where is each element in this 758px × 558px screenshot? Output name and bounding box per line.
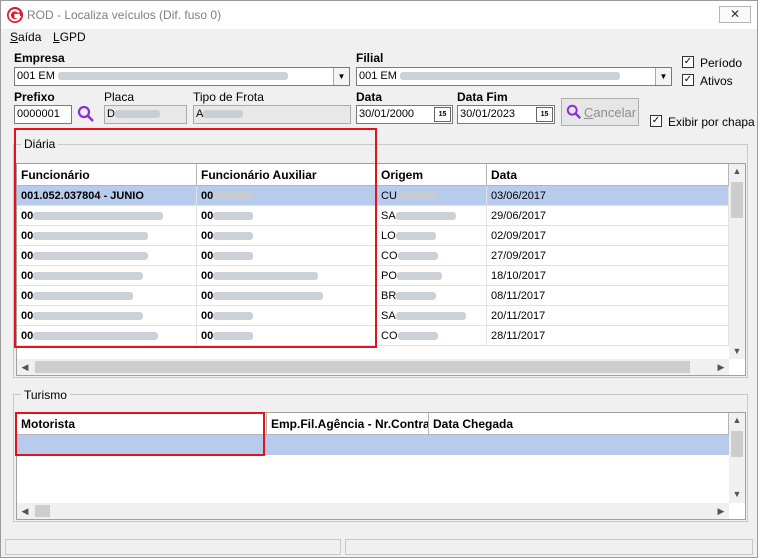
filial-select[interactable]: 001 EM ▼ bbox=[356, 67, 672, 86]
exibir-chapa-label: Exibir por chapa bbox=[668, 115, 755, 129]
col-data-chegada[interactable]: Data Chegada bbox=[429, 413, 729, 435]
chevron-down-icon[interactable]: ▼ bbox=[655, 68, 671, 85]
scroll-down-icon[interactable]: ▼ bbox=[729, 489, 745, 499]
close-icon: ✕ bbox=[729, 7, 741, 21]
app-logo-icon bbox=[7, 7, 23, 23]
data-fim-input[interactable]: 30/01/2023 15 bbox=[457, 105, 555, 124]
placa-input: D bbox=[104, 105, 187, 124]
diaria-hscrollbar[interactable]: ◀ ▶ bbox=[17, 359, 729, 375]
filial-label: Filial bbox=[356, 51, 384, 65]
menu-lgpd[interactable]: LGPD bbox=[53, 30, 86, 44]
ativos-label: Ativos bbox=[700, 74, 733, 88]
col-data[interactable]: Data bbox=[487, 164, 729, 186]
status-pane bbox=[5, 539, 341, 555]
calendar-icon[interactable]: 15 bbox=[536, 107, 553, 122]
periodo-label: Período bbox=[700, 56, 743, 70]
prefixo-label: Prefixo bbox=[14, 90, 55, 104]
window-title: ROD - Localiza veículos (Dif. fuso 0) bbox=[27, 8, 222, 22]
scroll-left-icon[interactable]: ◀ bbox=[17, 362, 33, 373]
scroll-thumb[interactable] bbox=[35, 505, 50, 517]
scroll-right-icon[interactable]: ▶ bbox=[713, 362, 729, 373]
scroll-down-icon[interactable]: ▼ bbox=[729, 346, 745, 356]
scroll-thumb[interactable] bbox=[731, 431, 743, 457]
search-icon[interactable] bbox=[77, 105, 95, 123]
prefixo-input[interactable]: 0000001 bbox=[14, 105, 72, 124]
turismo-vscrollbar[interactable]: ▲ ▼ bbox=[729, 413, 745, 503]
menu-bar: Saída LGPD bbox=[1, 29, 757, 47]
status-bar bbox=[1, 537, 757, 557]
title-bar: ROD - Localiza veículos (Dif. fuso 0) ✕ bbox=[1, 1, 757, 29]
scroll-thumb[interactable] bbox=[731, 182, 743, 218]
menu-saida[interactable]: Saída bbox=[10, 30, 41, 44]
main-window: ROD - Localiza veículos (Dif. fuso 0) ✕ … bbox=[0, 0, 758, 558]
ativos-checkbox[interactable]: ✓ bbox=[682, 74, 694, 86]
scroll-left-icon[interactable]: ◀ bbox=[17, 506, 33, 517]
turismo-title: Turismo bbox=[21, 388, 70, 402]
annotation-box-motorista bbox=[15, 412, 265, 456]
empresa-select[interactable]: 001 EM ▼ bbox=[14, 67, 350, 86]
turismo-hscrollbar[interactable]: ◀ ▶ bbox=[17, 503, 729, 519]
scroll-up-icon[interactable]: ▲ bbox=[729, 415, 745, 425]
empresa-label: Empresa bbox=[14, 51, 65, 65]
calendar-icon[interactable]: 15 bbox=[434, 107, 451, 122]
col-emp-fil-agencia[interactable]: Emp.Fil.Agência - Nr.Contra... bbox=[267, 413, 429, 435]
tipo-frota-input: A bbox=[193, 105, 351, 124]
chevron-down-icon[interactable]: ▼ bbox=[333, 68, 349, 85]
tipo-frota-label: Tipo de Frota bbox=[193, 90, 264, 104]
annotation-box-diaria bbox=[14, 128, 377, 348]
close-button[interactable]: ✕ bbox=[719, 6, 751, 23]
placa-label: Placa bbox=[104, 90, 135, 104]
scroll-thumb[interactable] bbox=[35, 361, 690, 373]
data-label: Data bbox=[356, 90, 383, 104]
data-fim-label: Data Fim bbox=[457, 90, 508, 104]
diaria-vscrollbar[interactable]: ▲ ▼ bbox=[729, 164, 745, 359]
data-input[interactable]: 30/01/2000 15 bbox=[356, 105, 453, 124]
periodo-checkbox[interactable]: ✓ bbox=[682, 56, 694, 68]
search-icon bbox=[566, 104, 582, 120]
scroll-right-icon[interactable]: ▶ bbox=[713, 506, 729, 517]
col-origem[interactable]: Origem bbox=[377, 164, 487, 186]
cancel-button[interactable]: Cancelar bbox=[561, 98, 639, 126]
scroll-up-icon[interactable]: ▲ bbox=[729, 166, 745, 176]
exibir-chapa-checkbox[interactable]: ✓ bbox=[650, 115, 662, 127]
status-pane bbox=[345, 539, 753, 555]
